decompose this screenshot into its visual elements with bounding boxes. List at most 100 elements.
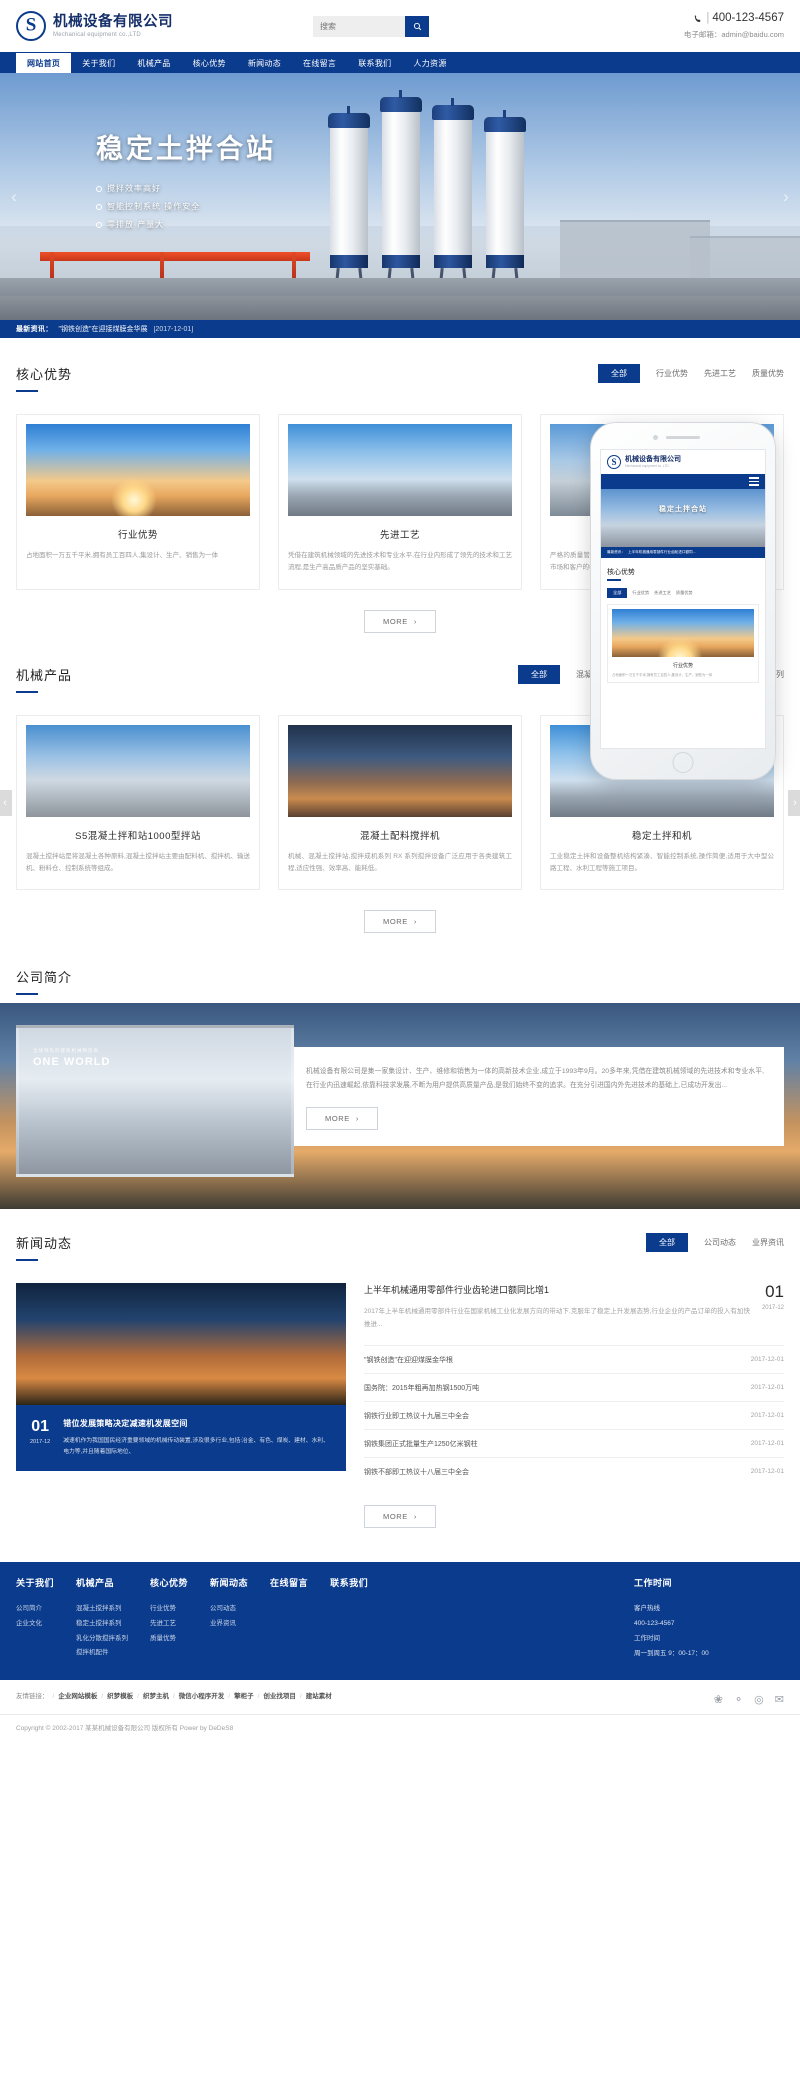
- advantages-tab-0[interactable]: 全部: [598, 364, 640, 383]
- footer-link[interactable]: 稳定土搅拌系列: [76, 1617, 128, 1632]
- wechat-icon[interactable]: ❀: [714, 1693, 723, 1706]
- footer-column-2: 核心优势行业优势 先进工艺 质量优势: [150, 1576, 210, 1662]
- nav-item-1[interactable]: 关于我们: [71, 53, 126, 73]
- advantages-card[interactable]: 先进工艺 凭借在建筑机械领域的先进技术和专业水平,在行业内形成了领先的技术和工艺流…: [278, 414, 522, 590]
- hamburger-menu-icon[interactable]: [749, 475, 759, 487]
- news-list-date: 2017-12-01: [750, 1468, 784, 1476]
- weibo-icon[interactable]: ◎: [754, 1693, 764, 1706]
- search-input[interactable]: [313, 15, 405, 37]
- news-list-item[interactable]: 钢铁行业即工热议十九届三中全会 2017-12-01: [364, 1401, 784, 1429]
- phone-tab-2[interactable]: 先进工艺: [654, 588, 671, 598]
- nav-item-4[interactable]: 新闻动态: [237, 53, 292, 73]
- friendly-link-4[interactable]: 擎柜子: [234, 1693, 254, 1700]
- advantages-tab-3[interactable]: 质量优势: [752, 364, 784, 383]
- about-section: 公司简介 全球领先的建筑机械制造商 ONE WORLD 机械设备有限公司是集一家…: [0, 961, 800, 1210]
- site-logo[interactable]: 机械设备有限公司 Mechanical equipment co.,LTD: [16, 11, 173, 41]
- footer-column-heading[interactable]: 在线留言: [270, 1576, 308, 1589]
- news-list-item[interactable]: 钢铁不部即工热议十八届三中全会 2017-12-01: [364, 1457, 784, 1485]
- bullet-dot-icon: [96, 203, 102, 210]
- friendly-link-6[interactable]: 建站素材: [306, 1693, 332, 1700]
- nav-item-7[interactable]: 人力资源: [402, 53, 457, 73]
- footer-link[interactable]: 先进工艺: [150, 1617, 188, 1632]
- hero-prev-arrow[interactable]: ‹: [6, 181, 22, 213]
- nav-item-5[interactable]: 在线留言: [292, 53, 347, 73]
- phone-tab-0[interactable]: 全部: [607, 587, 628, 598]
- footer-link[interactable]: 公司动态: [210, 1602, 248, 1617]
- phone-tab-3[interactable]: 质量优势: [676, 588, 693, 598]
- footer-link[interactable]: 搅拌机配件: [76, 1646, 128, 1661]
- news-tab-1[interactable]: 公司动态: [704, 1233, 736, 1252]
- hero-bullet-1: 智能控制系统 操作安全: [96, 201, 276, 212]
- news-highlight-item[interactable]: 上半年机械通用零部件行业齿轮进口额同比增1 2017年上半年机械通用零部件行业在…: [364, 1283, 784, 1345]
- friendly-link-3[interactable]: 微信小程序开发: [179, 1693, 225, 1700]
- footer-column-heading[interactable]: 核心优势: [150, 1576, 188, 1589]
- friendly-link-0[interactable]: 企业网站模板: [58, 1693, 97, 1700]
- news-list-item[interactable]: "钢铁创造"在迎迎煤膜金华根 2017-12-01: [364, 1345, 784, 1373]
- advantages-card-desc: 占地面积一万五千平米,拥有员工百四人,集设计、生产、销售为一体: [26, 552, 219, 559]
- about-more-button[interactable]: MORE ›: [306, 1106, 379, 1130]
- products-prev-arrow[interactable]: ‹: [0, 789, 12, 816]
- products-card[interactable]: 混凝土配料搅拌机 机械、混凝土搅拌站,搅拌成机系列 RX 系列搅拌设备广泛应用于各…: [278, 714, 522, 891]
- phone-tab-1[interactable]: 行业优势: [632, 588, 649, 598]
- logo-title: 机械设备有限公司: [53, 13, 173, 30]
- news-ticker: 最新资讯： "钢铁创造"在迎接煤膜金华展 [2017-12-01]: [0, 320, 800, 338]
- link-separator: /: [52, 1693, 55, 1701]
- advantages-more-button[interactable]: MORE ›: [363, 609, 436, 633]
- news-tab-2[interactable]: 业界资讯: [752, 1233, 784, 1252]
- footer-link[interactable]: 乳化分散搅拌系列: [76, 1632, 128, 1647]
- news-list-title: 钢铁集团正式批量生产1250亿米钢柱: [364, 1440, 478, 1448]
- phone-home-button[interactable]: [672, 752, 694, 773]
- advantages-card[interactable]: 行业优势 占地面积一万五千平米,拥有员工百四人,集设计、生产、销售为一体: [16, 414, 260, 590]
- search-button[interactable]: [405, 15, 429, 37]
- hero-next-arrow[interactable]: ›: [778, 181, 794, 213]
- friendly-link-1[interactable]: 织梦模板: [107, 1693, 133, 1700]
- news-list-date: 2017-12-01: [750, 1384, 784, 1392]
- products-card[interactable]: S5混凝土拌和站1000型拌站 混凝土搅拌站是将混凝土各种原料,混凝土搅拌站主要由…: [16, 714, 260, 891]
- products-card-title: S5混凝土拌和站1000型拌站: [75, 830, 201, 842]
- products-card-image: [288, 724, 512, 817]
- phone-card[interactable]: 行业优势 占地面积一万五千平米,拥有员工百四人,集设计、生产、销售为一体: [607, 603, 759, 684]
- about-description: 机械设备有限公司是集一家集设计、生产、维修和销售为一体的高新技术企业,成立于19…: [306, 1068, 764, 1089]
- footer-worktime: 工作时间 客户热线 400-123-4567 工作时间 周一到周五 9：00-17：00: [634, 1576, 784, 1662]
- footer-column-3: 新闻动态公司动态 业界资讯: [210, 1576, 270, 1662]
- nav-item-6[interactable]: 联系我们: [347, 53, 402, 73]
- products-tab-0[interactable]: 全部: [518, 664, 560, 684]
- footer-link[interactable]: 质量优势: [150, 1632, 188, 1647]
- nav-item-3[interactable]: 核心优势: [182, 53, 237, 73]
- nav-item-2[interactable]: 机械产品: [126, 53, 181, 73]
- news-feature-image: [16, 1283, 346, 1406]
- footer-column-heading[interactable]: 关于我们: [16, 1576, 54, 1589]
- phone-hero-title: 稳定土拌合站: [659, 506, 707, 513]
- products-more-button[interactable]: MORE ›: [363, 910, 436, 934]
- advantages-tab-2[interactable]: 先进工艺: [704, 364, 736, 383]
- news-list-item[interactable]: 钢铁集团正式批量生产1250亿米钢柱 2017-12-01: [364, 1429, 784, 1457]
- ticker-headline[interactable]: "钢铁创造"在迎接煤膜金华展: [59, 324, 148, 334]
- footer-column-heading[interactable]: 机械产品: [76, 1576, 128, 1589]
- news-feature-card[interactable]: 01 2017-12 错位发展策略决定减速机发展空间 减速机作为我国国民经济重要…: [16, 1283, 346, 1472]
- news-list-item[interactable]: 国务院：2015年粗再加热钢1500万吨 2017-12-01: [364, 1373, 784, 1401]
- footer-link[interactable]: 业界资讯: [210, 1617, 248, 1632]
- phone-speaker: [666, 436, 700, 439]
- hero-silo: [328, 106, 370, 295]
- phone-icon: [695, 15, 701, 22]
- bell-icon[interactable]: ⚬: [734, 1693, 743, 1706]
- phone-logo-subtitle: Mechanical equipment co.,LTD: [625, 464, 669, 469]
- footer-column-heading[interactable]: 联系我们: [330, 1576, 368, 1589]
- news-list-title: 钢铁行业即工热议十九届三中全会: [364, 1412, 469, 1420]
- nav-item-0[interactable]: 网站首页: [16, 53, 72, 73]
- news-more-button[interactable]: MORE ›: [363, 1505, 436, 1529]
- phone-hero: 稳定土拌合站: [601, 489, 765, 547]
- ticker-date: [2017-12-01]: [153, 325, 194, 333]
- footer-link[interactable]: 行业优势: [150, 1602, 188, 1617]
- news-list-title: "钢铁创造"在迎迎煤膜金华根: [364, 1356, 453, 1364]
- footer-link[interactable]: 企业文化: [16, 1617, 54, 1632]
- mail-icon[interactable]: ✉: [775, 1693, 784, 1706]
- friendly-link-2[interactable]: 织梦主机: [143, 1693, 169, 1700]
- footer-link[interactable]: 混凝土搅拌系列: [76, 1602, 128, 1617]
- footer-link[interactable]: 公司简介: [16, 1602, 54, 1617]
- advantages-tab-1[interactable]: 行业优势: [656, 364, 688, 383]
- products-next-arrow[interactable]: ›: [788, 789, 800, 816]
- footer-column-heading[interactable]: 新闻动态: [210, 1576, 248, 1589]
- friendly-link-5[interactable]: 创业找项目: [263, 1693, 296, 1700]
- news-tab-0[interactable]: 全部: [646, 1233, 688, 1253]
